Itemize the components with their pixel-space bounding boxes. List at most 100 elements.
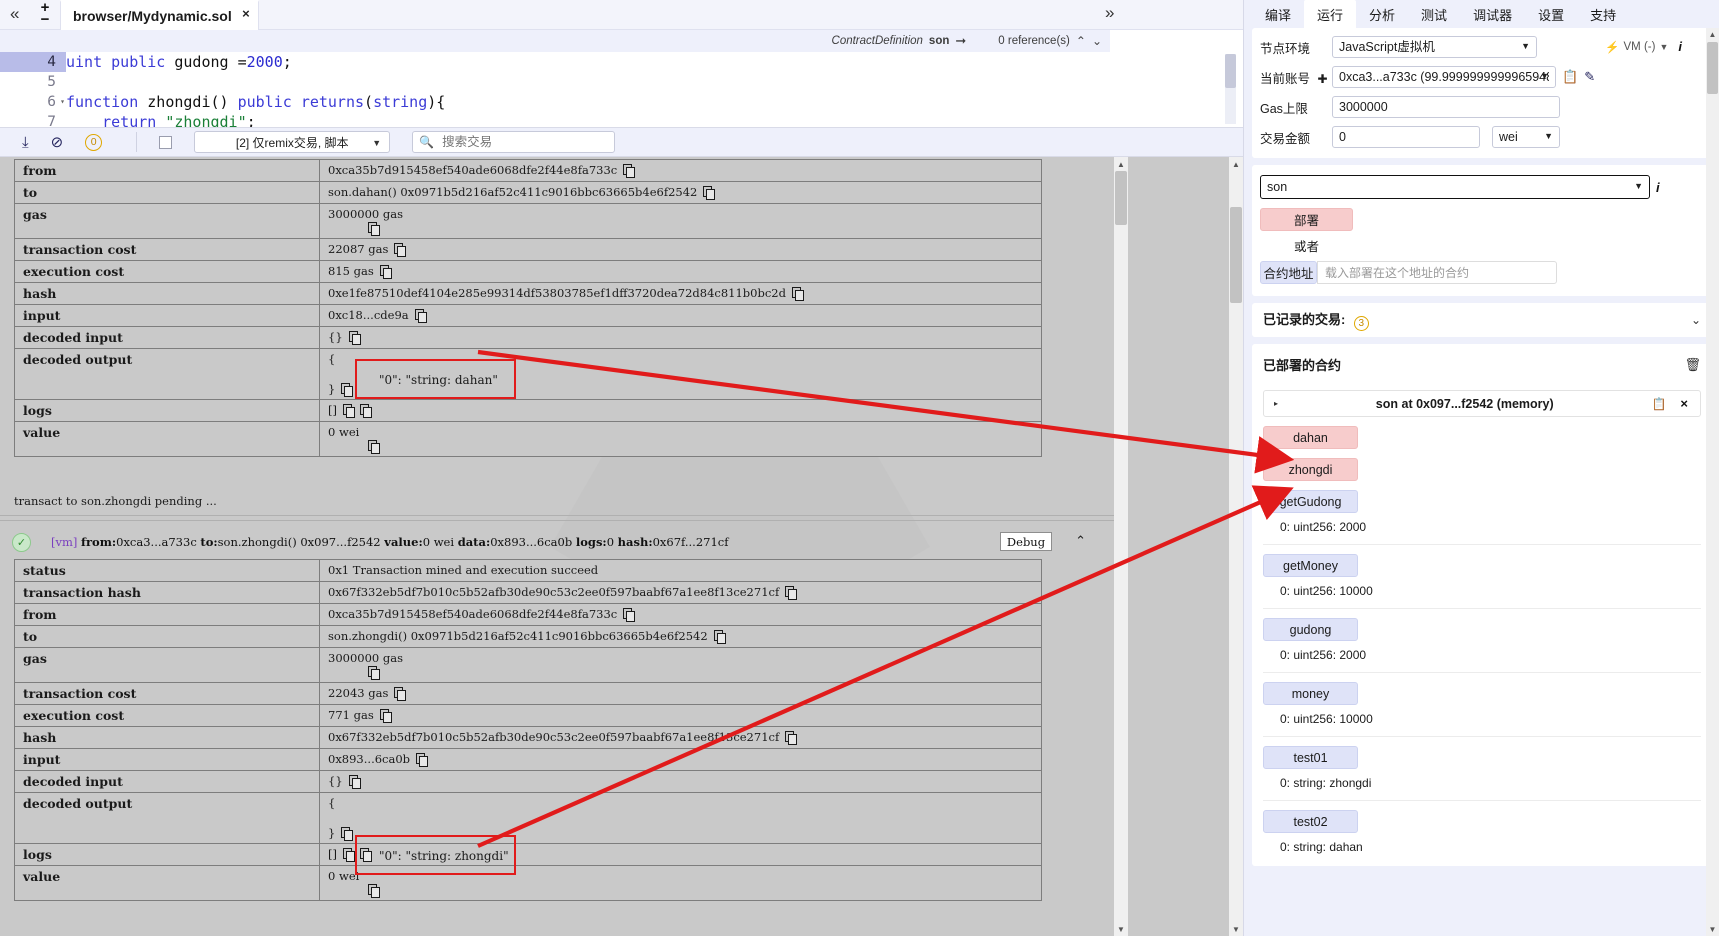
environment-select-input[interactable]: JavaScript虚拟机	[1332, 36, 1537, 58]
gutter-line-5[interactable]: 5	[0, 72, 66, 92]
terminal-scrollbar[interactable]: ▲ ▼	[1229, 157, 1243, 936]
code-line-4[interactable]: uint public gudong =2000;	[66, 52, 1106, 72]
copy-icon[interactable]	[416, 753, 429, 767]
copy-icon[interactable]	[703, 186, 716, 200]
recorded-transactions-card[interactable]: 已记录的交易: 3 ⌄	[1252, 303, 1712, 337]
scroll-down-icon[interactable]: ▼	[1229, 922, 1243, 936]
copy-icon[interactable]	[394, 687, 407, 701]
copy-icon[interactable]	[785, 586, 798, 600]
copy-icon[interactable]	[368, 884, 380, 898]
tab-5[interactable]: 设置	[1525, 0, 1577, 29]
tab-6[interactable]: 支持	[1577, 0, 1629, 29]
expand-terminal-icon[interactable]: ⤓	[22, 134, 29, 151]
collapse-transaction-icon[interactable]: ⌃	[1075, 533, 1086, 549]
search-input[interactable]	[442, 135, 603, 149]
copy-icon[interactable]	[791, 287, 804, 301]
copy-icon[interactable]	[623, 608, 636, 622]
copy-icon[interactable]	[623, 164, 636, 178]
listen-network-checkbox[interactable]	[159, 135, 173, 149]
copy-icon[interactable]	[379, 265, 392, 279]
debug-button[interactable]: Debug	[1000, 532, 1052, 551]
gutter-line-6[interactable]: 6 ▾	[0, 92, 66, 112]
code-editor[interactable]: ContractDefinition son ➞ 0 reference(s) …	[0, 30, 1243, 127]
chevron-down-icon[interactable]: ▼	[1659, 42, 1668, 52]
copy-icon[interactable]: 📋	[1651, 397, 1666, 411]
code-line-5[interactable]	[66, 72, 1106, 92]
next-reference-icon[interactable]: ⌄	[1092, 34, 1102, 48]
copy-icon[interactable]	[368, 222, 380, 236]
value-unit-select-input[interactable]: wei	[1492, 126, 1560, 148]
function-button-test02[interactable]: test02	[1263, 810, 1358, 833]
gutter-line-4[interactable]: 4	[0, 52, 66, 72]
function-button-gudong[interactable]: gudong	[1263, 618, 1358, 641]
copy-icon[interactable]	[341, 383, 354, 397]
copy-icon[interactable]	[348, 331, 361, 345]
contract-select-input[interactable]: son	[1260, 175, 1650, 199]
editor-scrollbar-track[interactable]	[1225, 54, 1236, 124]
close-icon[interactable]: ×	[242, 6, 250, 21]
copy-icon[interactable]	[368, 666, 380, 680]
function-button-getGudong[interactable]: getGudong	[1263, 490, 1358, 513]
add-account-icon[interactable]: ✚	[1318, 72, 1328, 86]
copy-icon[interactable]	[368, 440, 380, 454]
copy-icon[interactable]	[713, 630, 726, 644]
clear-terminal-icon[interactable]: ⊘	[51, 133, 64, 151]
copy-icon[interactable]	[348, 775, 361, 789]
trash-icon[interactable]: 🗑	[1684, 357, 1701, 373]
function-button-test01[interactable]: test01	[1263, 746, 1358, 769]
value-unit-select[interactable]: wei ▼	[1492, 126, 1560, 148]
copy-icon[interactable]: 📋	[1562, 69, 1578, 85]
at-address-input[interactable]: 载入部署在这个地址的合约	[1317, 261, 1557, 284]
prev-reference-icon[interactable]: ⌃	[1076, 34, 1086, 48]
font-size-controls[interactable]: + −	[36, 0, 54, 30]
function-button-dahan[interactable]: dahan	[1263, 426, 1358, 449]
info-icon[interactable]: i	[1656, 180, 1660, 195]
value-input[interactable]	[1332, 126, 1480, 148]
transaction-filter-select[interactable]: [2] 仅remix交易, 脚本 ▼	[194, 131, 391, 153]
gas-limit-input[interactable]	[1332, 96, 1560, 118]
scroll-up-icon[interactable]: ▲	[1706, 28, 1719, 41]
file-tab-mydynamic[interactable]: browser/Mydynamic.sol ×	[60, 0, 259, 30]
tab-1[interactable]: 运行	[1304, 0, 1357, 29]
scroll-up-icon[interactable]: ▲	[1114, 157, 1128, 171]
terminal-scrollbar-thumb[interactable]	[1230, 207, 1242, 303]
function-button-getMoney[interactable]: getMoney	[1263, 554, 1358, 577]
editor-pane-scrollbar-thumb[interactable]	[1115, 171, 1127, 225]
info-icon[interactable]: i	[1678, 39, 1682, 54]
pending-count-badge[interactable]: 0	[85, 133, 103, 151]
editor-scrollbar[interactable]	[1225, 54, 1236, 124]
deploy-button[interactable]: 部署	[1260, 208, 1353, 231]
account-select-input[interactable]: 0xca3...a733c (99.99999999999659481	[1332, 66, 1556, 88]
copy-icon[interactable]	[342, 404, 355, 418]
editor-scrollbar-thumb[interactable]	[1225, 54, 1236, 88]
font-decrease-icon[interactable]: −	[36, 12, 54, 27]
chevron-down-icon[interactable]: ⌄	[1691, 313, 1701, 327]
edit-icon[interactable]: ✎	[1584, 69, 1595, 85]
close-icon[interactable]: ×	[1680, 396, 1688, 411]
environment-select[interactable]: JavaScript虚拟机 ▼	[1332, 36, 1537, 58]
copy-icon[interactable]	[379, 709, 392, 723]
more-tabs-icon[interactable]: »	[1105, 3, 1114, 23]
code-line-7[interactable]: return "zhongdi";	[66, 112, 1106, 127]
right-panel-scrollbar-thumb[interactable]	[1707, 42, 1718, 94]
function-button-zhongdi[interactable]: zhongdi	[1263, 458, 1358, 481]
tab-4[interactable]: 调试器	[1460, 0, 1525, 29]
copy-icon[interactable]	[785, 731, 798, 745]
right-panel-scrollbar[interactable]: ▲ ▼	[1706, 28, 1719, 936]
editor-code[interactable]: uint public gudong =2000; function zhongd…	[66, 52, 1106, 127]
transaction-search-box[interactable]: 🔍	[412, 131, 616, 153]
account-select[interactable]: 0xca3...a733c (99.99999999999659481 ▼	[1332, 66, 1556, 88]
copy-icon[interactable]	[394, 243, 407, 257]
copy-icon[interactable]	[359, 404, 372, 418]
collapse-panel-icon[interactable]: «	[10, 4, 19, 24]
code-line-6[interactable]: function zhongdi() public returns(string…	[66, 92, 1106, 112]
contract-select[interactable]: son ▼	[1260, 175, 1650, 199]
contract-instance-row[interactable]: ▸ son at 0x097...f2542 (memory) 📋 ×	[1263, 390, 1701, 417]
tab-0[interactable]: 编译	[1252, 0, 1304, 29]
tab-3[interactable]: 测试	[1408, 0, 1460, 29]
transaction-log-header[interactable]: ✓ [vm] from:0xca3...a733c to:son.zhongdi…	[0, 527, 1114, 557]
scroll-down-icon[interactable]: ▼	[1706, 923, 1719, 936]
at-address-button[interactable]: 合约地址	[1260, 261, 1317, 284]
copy-icon[interactable]	[341, 827, 354, 841]
goto-definition-icon[interactable]: ➞	[955, 33, 966, 49]
